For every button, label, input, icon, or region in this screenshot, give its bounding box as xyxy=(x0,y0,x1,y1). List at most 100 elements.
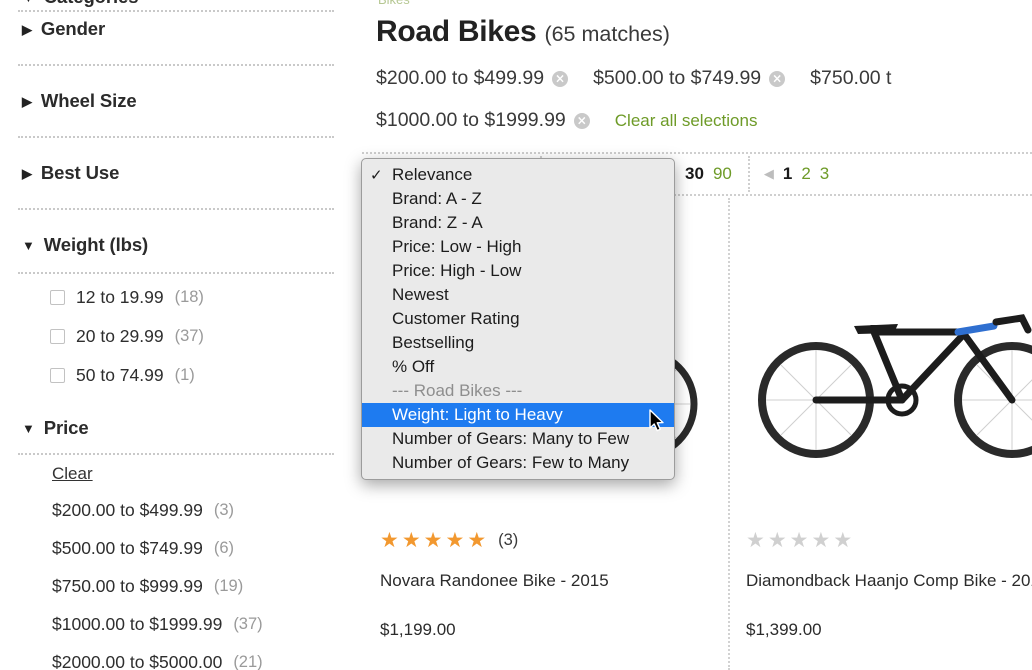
facet-categories-header[interactable]: Categories xyxy=(0,0,352,8)
facet-price-label: Price xyxy=(43,417,89,438)
price-option-count: (37) xyxy=(233,614,263,633)
star-icon: ★ xyxy=(467,529,490,552)
price-option-label: $1000.00 to $1999.99 xyxy=(52,613,223,634)
close-icon[interactable] xyxy=(769,70,786,87)
price-option-count: (6) xyxy=(213,538,235,557)
weight-option-row[interactable]: 50 to 74.99 (1) xyxy=(0,356,352,395)
chevron-right-icon xyxy=(22,23,32,36)
sort-dropdown-menu[interactable]: ✓ Relevance Brand: A - Z Brand: Z - A Pr… xyxy=(361,158,675,480)
filter-chip-label: $200.00 to $499.99 xyxy=(376,67,545,89)
menu-item-label: Number of Gears: Many to Few xyxy=(392,429,630,448)
items-per-page-90[interactable]: 90 xyxy=(713,164,732,184)
price-option-label: $500.00 to $749.99 xyxy=(52,537,203,558)
previous-page-icon[interactable]: ◀ xyxy=(764,166,774,182)
price-option-row[interactable]: $2000.00 to $5000.00 (21) xyxy=(0,643,352,670)
facet-categories[interactable]: Categories xyxy=(0,0,352,8)
filter-chip-label: $750.00 t xyxy=(810,67,892,89)
price-option-row[interactable]: $750.00 to $999.99 (19) xyxy=(0,567,352,605)
menu-item-label: Bestselling xyxy=(392,333,475,352)
menu-item-percent-off[interactable]: % Off xyxy=(362,355,674,379)
price-option-label: $2000.00 to $5000.00 xyxy=(52,651,223,670)
menu-item-gears-many-to-few[interactable]: Number of Gears: Many to Few xyxy=(362,427,674,451)
close-icon[interactable] xyxy=(573,112,590,129)
menu-item-weight-light-to-heavy[interactable]: Weight: Light to Heavy xyxy=(362,403,674,427)
page-title-text: Road Bikes xyxy=(376,15,537,48)
facet-weight[interactable]: Weight (lbs) xyxy=(0,228,352,262)
star-icon: ★ xyxy=(767,529,790,552)
review-count: (3) xyxy=(498,531,519,550)
checkbox-icon[interactable] xyxy=(50,329,65,344)
facet-price[interactable]: Price xyxy=(0,411,352,445)
weight-option-row[interactable]: 20 to 29.99 (37) xyxy=(0,317,352,356)
applied-filters: $200.00 to $499.99 $500.00 to $749.99 $7… xyxy=(376,62,1032,137)
star-icon: ★ xyxy=(445,529,468,552)
facet-wheel-size[interactable]: Wheel Size xyxy=(0,84,352,118)
rating-stars: ★ ★ ★ ★ ★ xyxy=(746,530,1032,551)
weight-option-label: 50 to 74.99 xyxy=(76,365,164,385)
menu-item-customer-rating[interactable]: Customer Rating xyxy=(362,307,674,331)
price-option-row[interactable]: $200.00 to $499.99 (3) xyxy=(0,491,352,529)
filter-chip[interactable]: $500.00 to $749.99 xyxy=(593,67,786,90)
close-icon[interactable] xyxy=(552,70,569,87)
menu-item-brand-za[interactable]: Brand: Z - A xyxy=(362,211,674,235)
menu-item-label: Relevance xyxy=(392,165,473,184)
menu-item-price-high-low[interactable]: Price: High - Low xyxy=(362,259,674,283)
menu-item-label: Brand: A - Z xyxy=(392,189,482,208)
page-2[interactable]: 2 xyxy=(801,164,810,184)
weight-option-row[interactable]: 12 to 19.99 (18) xyxy=(0,278,352,317)
filter-chip[interactable]: $200.00 to $499.99 xyxy=(376,67,569,90)
facet-weight-label: Weight (lbs) xyxy=(43,234,149,255)
menu-item-relevance[interactable]: ✓ Relevance xyxy=(362,163,674,187)
facet-best-use[interactable]: Best Use xyxy=(0,156,352,190)
weight-option-count: (1) xyxy=(174,366,195,384)
star-icon: ★ xyxy=(833,529,856,552)
menu-item-bestselling[interactable]: Bestselling xyxy=(362,331,674,355)
chevron-right-icon xyxy=(22,95,32,108)
items-per-page-30[interactable]: 30 xyxy=(685,164,704,184)
facet-wheel-size-label: Wheel Size xyxy=(40,90,137,111)
divider xyxy=(18,64,334,66)
menu-item-brand-az[interactable]: Brand: A - Z xyxy=(362,187,674,211)
clear-all-selections-link[interactable]: Clear all selections xyxy=(615,111,758,131)
price-option-row[interactable]: $500.00 to $749.99 (6) xyxy=(0,529,352,567)
applied-filters-row: $1000.00 to $1999.99 Clear all selection… xyxy=(376,104,1032,137)
filter-chip-label: $500.00 to $749.99 xyxy=(593,67,762,89)
price-option-count: (21) xyxy=(233,652,263,670)
price-clear-link[interactable]: Clear xyxy=(0,457,352,491)
menu-item-label: Price: Low - High xyxy=(392,237,522,256)
menu-item-newest[interactable]: Newest xyxy=(362,283,674,307)
filter-chip[interactable]: $1000.00 to $1999.99 xyxy=(376,109,590,132)
breadcrumb[interactable]: Bikes xyxy=(378,0,410,7)
divider xyxy=(18,136,334,138)
facet-categories-label: Categories xyxy=(44,0,139,8)
chevron-right-icon xyxy=(22,167,32,180)
facet-gender[interactable]: Gender xyxy=(0,12,352,46)
menu-item-price-low-high[interactable]: Price: Low - High xyxy=(362,235,674,259)
menu-item-label: Weight: Light to Heavy xyxy=(392,405,563,424)
product-name[interactable]: Novara Randonee Bike - 2015 xyxy=(380,568,710,594)
weight-option-label: 20 to 29.99 xyxy=(76,326,164,346)
product-card[interactable]: ★ ★ ★ ★ ★ Diamondback Haanjo Comp Bike -… xyxy=(728,198,1032,670)
menu-item-label: Customer Rating xyxy=(392,309,520,328)
pagination: ◀ 1 2 3 xyxy=(747,152,845,196)
page-title: Road Bikes (65 matches) xyxy=(376,15,670,49)
checkbox-icon[interactable] xyxy=(50,368,65,383)
price-option-count: (19) xyxy=(213,576,244,595)
page-3[interactable]: 3 xyxy=(820,164,829,184)
product-price: $1,199.00 xyxy=(380,619,456,639)
price-option-row[interactable]: $1000.00 to $1999.99 (37) xyxy=(0,605,352,643)
checkmark-icon: ✓ xyxy=(370,167,383,184)
page-1[interactable]: 1 xyxy=(783,164,792,184)
facet-weight-options: 12 to 19.99 (18) 20 to 29.99 (37) 50 to … xyxy=(0,274,352,405)
chevron-down-icon xyxy=(22,422,35,435)
product-name[interactable]: Diamondback Haanjo Comp Bike - 2015 xyxy=(746,568,1032,594)
filter-chip[interactable]: $750.00 t xyxy=(810,67,891,90)
facet-price-options: Clear $200.00 to $499.99 (3) $500.00 to … xyxy=(0,455,352,670)
menu-item-gears-few-to-many[interactable]: Number of Gears: Few to Many xyxy=(362,451,674,475)
star-icon: ★ xyxy=(746,529,768,552)
menu-item-label: Brand: Z - A xyxy=(392,213,483,232)
price-option-count: (3) xyxy=(213,500,235,519)
product-image[interactable] xyxy=(746,212,1032,530)
checkbox-icon[interactable] xyxy=(50,290,65,305)
applied-filters-row: $200.00 to $499.99 $500.00 to $749.99 $7… xyxy=(376,62,1032,95)
